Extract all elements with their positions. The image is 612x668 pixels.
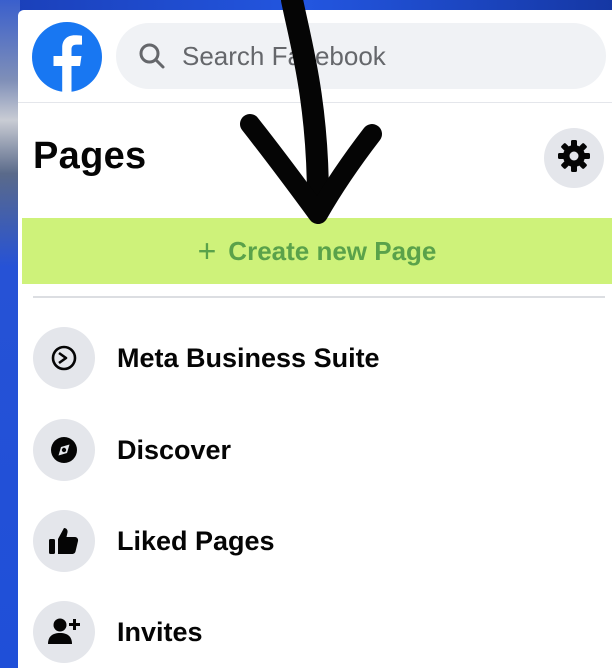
menu-item-label: Liked Pages <box>117 525 275 556</box>
menu-item-label: Discover <box>117 434 232 465</box>
create-new-page-button[interactable]: + Create new Page <box>22 218 612 284</box>
search-bar[interactable] <box>116 23 606 89</box>
pages-panel: Pages + Create new Page <box>18 10 612 668</box>
menu-item-label: Invites <box>117 616 203 647</box>
search-icon <box>138 42 166 70</box>
thumbs-up-icon <box>33 510 95 572</box>
person-add-icon <box>33 601 95 663</box>
create-new-page-label: Create new Page <box>228 235 437 266</box>
divider <box>33 296 605 298</box>
facebook-logo-icon[interactable] <box>32 22 102 92</box>
plus-icon: + <box>197 232 217 269</box>
settings-button[interactable] <box>544 128 604 188</box>
search-input[interactable] <box>180 39 564 73</box>
compass-icon <box>33 419 95 481</box>
page-title: Pages <box>33 135 147 177</box>
menu-item-meta-business-suite[interactable]: Meta Business Suite <box>33 322 603 394</box>
header <box>18 10 612 103</box>
gear-icon <box>557 139 591 178</box>
menu-item-invites[interactable]: Invites <box>33 596 603 668</box>
background-left <box>0 0 20 668</box>
menu-item-discover[interactable]: Discover <box>33 414 603 486</box>
menu-item-liked-pages[interactable]: Liked Pages <box>33 505 603 577</box>
menu-item-label: Meta Business Suite <box>117 342 380 373</box>
background-top <box>0 0 612 10</box>
meta-business-suite-icon <box>33 327 95 389</box>
